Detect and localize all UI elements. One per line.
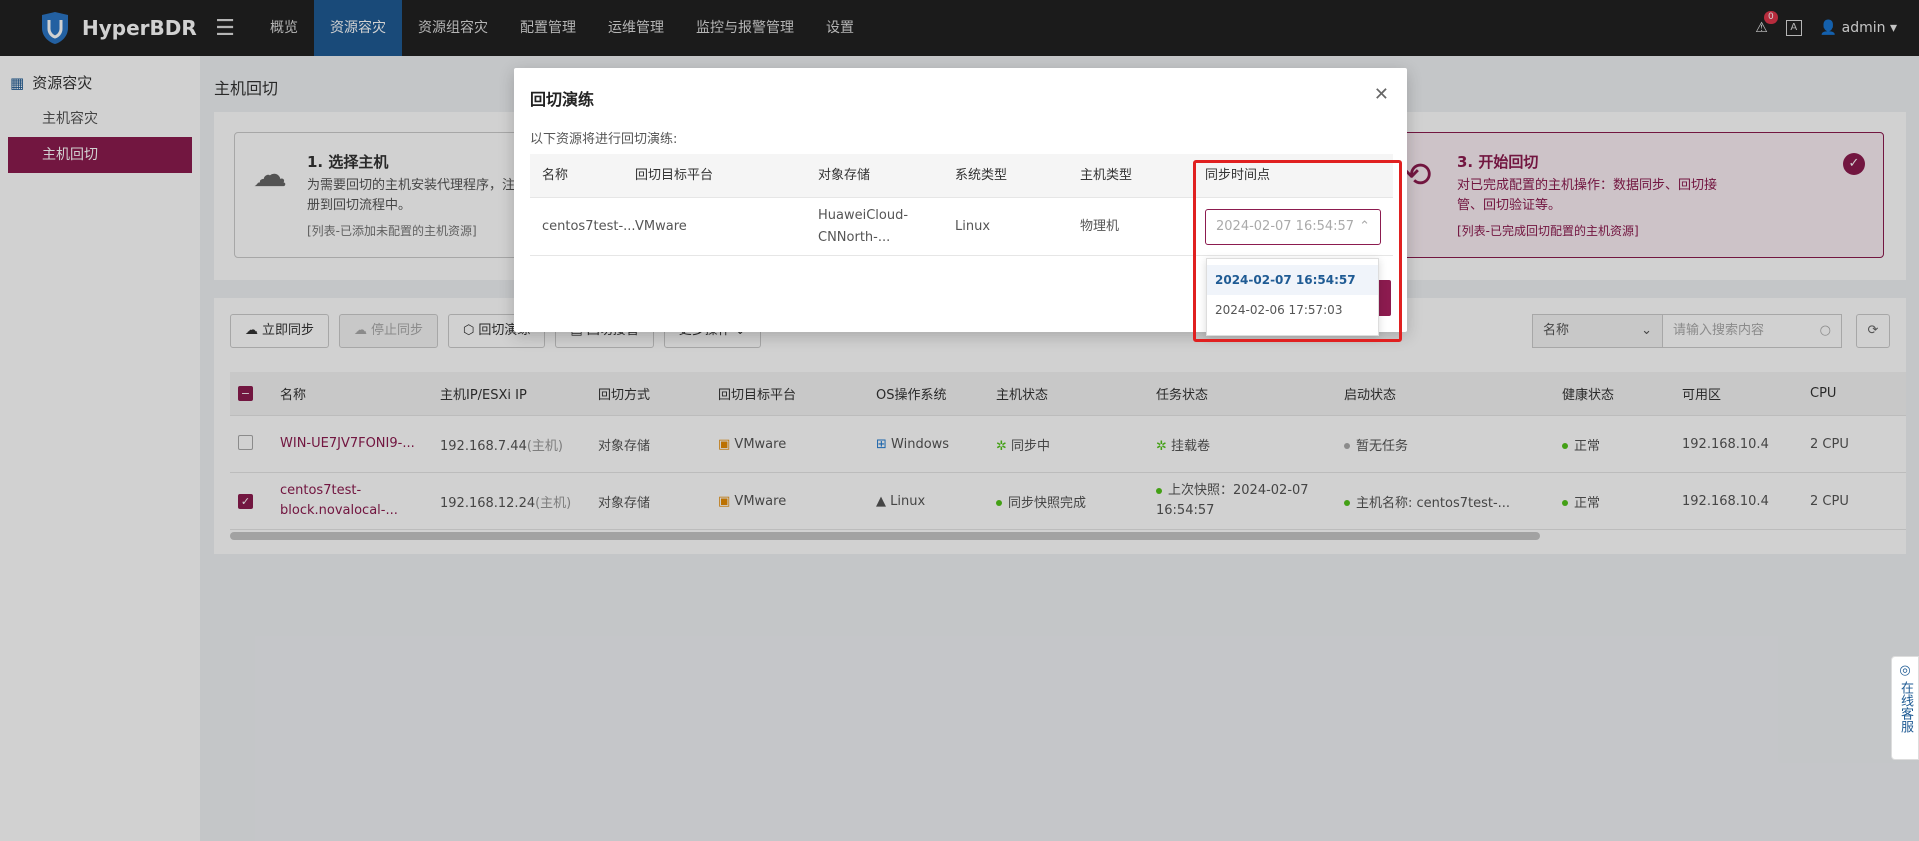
modal-subtitle: 以下资源将进行回切演练:: [530, 132, 678, 147]
chevron-up-icon: ⌃: [1359, 218, 1370, 234]
col-storage[interactable]: 对象存储: [806, 165, 943, 187]
sync-time-select[interactable]: 2024-02-07 16:54:57 ⌃: [1205, 208, 1381, 245]
modal-title: 回切演练: [530, 90, 595, 109]
row-host-type: 物理机: [1080, 218, 1120, 234]
col-host-type[interactable]: 主机类型: [1068, 165, 1193, 187]
col-sync-time: 同步时间点: [1205, 167, 1271, 183]
row-os-type: Linux: [955, 218, 991, 234]
row-name: centos7test-...: [542, 218, 636, 234]
dropdown-option[interactable]: 2024-02-06 17:57:03: [1207, 295, 1378, 325]
modal-table-row: centos7test-... VMware HuaweiCloud-CNNor…: [530, 198, 1393, 256]
col-name[interactable]: 名称: [530, 165, 623, 187]
row-target: VMware: [635, 218, 687, 234]
online-support-button[interactable]: ◎ 在线客服: [1891, 656, 1919, 760]
col-os-type[interactable]: 系统类型: [943, 165, 1068, 187]
row-storage: HuaweiCloud-CNNorth-...: [818, 207, 909, 245]
dropdown-option[interactable]: 2024-02-07 16:54:57: [1207, 265, 1378, 295]
close-icon[interactable]: ✕: [1374, 84, 1389, 105]
col-target[interactable]: 回切目标平台: [623, 165, 806, 187]
support-label: 在线客服: [1898, 681, 1913, 733]
sync-time-dropdown: 2024-02-07 16:54:57 2024-02-06 17:57:03: [1206, 258, 1379, 336]
modal-table-header: 名称 回切目标平台 对象存储 系统类型 主机类型 同步时间点: [530, 154, 1393, 198]
headset-icon: ◎: [1899, 663, 1911, 678]
sync-time-value: 2024-02-07 16:54:57: [1216, 218, 1355, 234]
modal-table: 名称 回切目标平台 对象存储 系统类型 主机类型 同步时间点 centos7te…: [530, 154, 1393, 256]
